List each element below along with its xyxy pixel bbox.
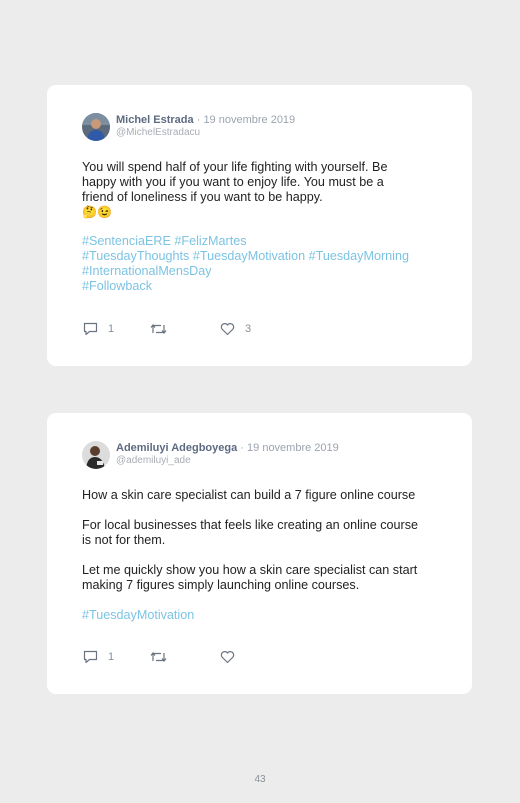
hashtag-link[interactable]: #TuesdayMorning bbox=[309, 249, 409, 263]
retweet-button[interactable] bbox=[150, 322, 177, 336]
tweet-header: Michel Estrada · 19 novembre 2019 @Miche… bbox=[82, 112, 452, 142]
avatar-photo-icon bbox=[82, 441, 110, 469]
author-handle[interactable]: @MichelEstradacu bbox=[116, 127, 200, 138]
retweet-button[interactable] bbox=[150, 650, 177, 664]
reply-button[interactable]: 1 bbox=[83, 322, 114, 336]
retweet-icon bbox=[150, 324, 167, 334]
reply-count: 1 bbox=[108, 323, 115, 335]
tweet-actions: 1 bbox=[83, 650, 283, 664]
hashtag-link[interactable]: #InternationalMensDay bbox=[82, 264, 212, 278]
hashtag-link[interactable]: #FelizMartes bbox=[174, 234, 246, 248]
retweet-icon bbox=[150, 652, 167, 662]
text-line: Let me quickly show you how a skin care … bbox=[82, 563, 418, 577]
separator: · bbox=[240, 442, 244, 454]
author-line: Michel Estrada · 19 novembre 2019 bbox=[116, 114, 295, 126]
avatar[interactable] bbox=[82, 441, 110, 469]
tweet-header: Ademiluyi Adegboyega · 19 novembre 2019 … bbox=[82, 440, 452, 470]
author-name[interactable]: Ademiluyi Adegboyega bbox=[116, 442, 237, 454]
like-button[interactable] bbox=[220, 650, 245, 664]
author-name[interactable]: Michel Estrada bbox=[116, 114, 194, 126]
hashtags: #TuesdayMotivation bbox=[82, 608, 452, 623]
tweet-card: Michel Estrada · 19 novembre 2019 @Miche… bbox=[47, 85, 472, 366]
text-line: friend of loneliness if you want to be h… bbox=[82, 190, 323, 204]
like-icon bbox=[220, 651, 235, 664]
tweet-text: Let me quickly show you how a skin care … bbox=[82, 563, 442, 593]
separator: · bbox=[196, 114, 201, 126]
reply-icon bbox=[83, 322, 98, 336]
tweet-text: For local businesses that feels like cre… bbox=[82, 518, 442, 548]
hashtag-link[interactable]: #TuesdayMotivation bbox=[82, 608, 194, 622]
tweet-date[interactable]: 19 novembre 2019 bbox=[247, 442, 339, 454]
like-icon bbox=[220, 323, 235, 336]
tweet-text: You will spend half of your life fightin… bbox=[82, 160, 442, 220]
page-number: 43 bbox=[254, 774, 266, 785]
hashtag-link[interactable]: #TuesdayThoughts bbox=[82, 249, 189, 263]
like-count: 3 bbox=[245, 323, 252, 335]
reply-icon bbox=[83, 650, 98, 664]
text-line: making 7 figures simply launching online… bbox=[82, 578, 360, 592]
hashtags: #SentenciaERE #FelizMartes #TuesdayThoug… bbox=[82, 234, 452, 294]
tweet-text: How a skin care specialist can build a 7… bbox=[82, 488, 442, 503]
avatar[interactable] bbox=[82, 113, 110, 141]
hashtag-link[interactable]: #SentenciaERE bbox=[82, 234, 171, 248]
tweet-date[interactable]: 19 novembre 2019 bbox=[203, 114, 295, 126]
reply-count: 1 bbox=[108, 651, 115, 663]
text-line: is not for them. bbox=[82, 533, 166, 547]
author-line: Ademiluyi Adegboyega · 19 novembre 2019 bbox=[116, 442, 339, 454]
reply-button[interactable]: 1 bbox=[83, 650, 114, 664]
hashtag-link[interactable]: #Followback bbox=[82, 279, 152, 293]
text-line: You will spend half of your life fightin… bbox=[82, 160, 388, 174]
avatar-photo-icon bbox=[82, 113, 110, 141]
text-line: happy with you if you want to enjoy life… bbox=[82, 175, 384, 189]
hashtag-link[interactable]: #TuesdayMotivation bbox=[193, 249, 305, 263]
text-line: For local businesses that feels like cre… bbox=[82, 518, 419, 532]
tweet-card: Ademiluyi Adegboyega · 19 novembre 2019 … bbox=[47, 413, 472, 694]
author-handle[interactable]: @ademiluyi_ade bbox=[116, 455, 191, 466]
text-line: How a skin care specialist can build a 7… bbox=[82, 488, 416, 502]
like-button[interactable]: 3 bbox=[220, 322, 251, 336]
emoji-line: 🤔😉 bbox=[82, 205, 112, 219]
tweet-actions: 1 3 bbox=[83, 322, 283, 336]
